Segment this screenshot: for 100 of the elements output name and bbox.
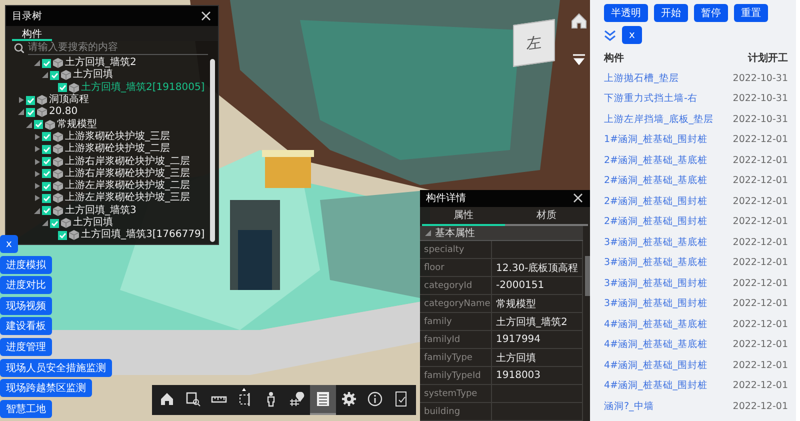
tree-item-label[interactable]: 上游右岸浆砌砼块护坡_三层 <box>65 168 190 180</box>
nav-button[interactable]: 建设看板 <box>0 317 52 336</box>
collapse-arrow-icon[interactable] <box>42 72 48 78</box>
component-link[interactable]: 3#涵洞_桩基础_基底桩 <box>604 252 726 273</box>
component-link[interactable]: 4#涵洞_桩基础_围封桩 <box>604 376 726 396</box>
expand-arrow-icon[interactable] <box>34 134 40 140</box>
panel-tab[interactable]: 构件 <box>12 26 52 41</box>
expand-arrow-icon[interactable] <box>34 158 40 165</box>
tree-item-label[interactable]: 土方回填 <box>73 69 113 82</box>
scrollbar[interactable] <box>210 59 215 242</box>
close-icon[interactable] <box>572 192 584 204</box>
collapse-arrow-icon[interactable] <box>34 208 40 214</box>
tree-item-label[interactable]: 土方回填_墙筑2 <box>65 57 136 70</box>
expand-arrow-icon[interactable] <box>18 97 24 104</box>
collapse-arrow-icon[interactable] <box>42 220 48 226</box>
expand-arrow-icon[interactable] <box>34 183 40 190</box>
component-link[interactable]: 3#涵洞_桩基础_基底桩 <box>604 232 726 252</box>
tree-item-label[interactable]: 常规模型 <box>57 118 97 131</box>
expand-arrow-icon[interactable] <box>34 146 40 152</box>
checkbox[interactable] <box>42 194 51 203</box>
component-link[interactable]: 2#涵洞_桩基础_围封桩 <box>604 191 726 212</box>
component-link[interactable]: 4#涵洞_桩基础_基底桩 <box>604 334 726 355</box>
component-link[interactable]: 3#涵洞_桩基础_围封桩 <box>604 273 726 294</box>
tree-item-label[interactable]: 土方回填 <box>73 217 113 229</box>
tree-item-label[interactable]: 土方回填_墙筑3[1766779] <box>81 229 205 242</box>
checkbox[interactable] <box>42 157 51 166</box>
checkbox[interactable] <box>42 132 51 142</box>
property-name: systemType <box>420 385 492 403</box>
settings-icon <box>341 391 357 407</box>
panel-tab[interactable]: 材质 <box>505 206 588 226</box>
checkbox[interactable] <box>42 182 51 191</box>
checkbox[interactable] <box>26 108 35 117</box>
cube-icon <box>69 230 79 240</box>
date-cell-text: 2022-12-01 <box>732 174 788 188</box>
component-link[interactable]: 2#涵洞_桩基础_围封桩 <box>604 212 726 232</box>
checkbox[interactable] <box>34 120 43 130</box>
component-link[interactable]: 2#涵洞_桩基础_基底桩 <box>604 170 726 191</box>
menu-icon[interactable] <box>572 54 586 65</box>
nav-button[interactable]: 现场视频 <box>0 296 52 315</box>
component-link[interactable]: 2#涵洞_桩基础_基底桩 <box>604 150 726 170</box>
component-link[interactable]: 上游左岸挡墙_底板_垫层 <box>604 109 726 130</box>
nav-button[interactable]: 进度管理 <box>0 338 52 356</box>
component-link[interactable]: 涵洞?_中墙 <box>604 396 726 416</box>
checkbox[interactable] <box>58 230 67 240</box>
checkbox[interactable] <box>50 70 59 80</box>
tree-item-label[interactable]: 土方回填_墙筑2[1918005] <box>81 82 205 94</box>
collapse-arrow-icon[interactable] <box>34 60 40 66</box>
cube-icon <box>53 58 63 68</box>
component-link[interactable]: 下游重力式挡土墙-右 <box>604 88 726 109</box>
cube-icon <box>45 120 55 130</box>
checkbox[interactable] <box>42 58 51 68</box>
nav-button[interactable]: x <box>0 235 18 253</box>
property-value: -2000151 <box>492 277 583 295</box>
tree-item-label[interactable]: 上游浆砌砼块护坡_二层 <box>65 143 170 156</box>
action-button[interactable]: 暂停 <box>694 4 728 22</box>
collapse-arrow-icon[interactable] <box>425 230 431 236</box>
collapse-arrow-icon[interactable] <box>18 109 24 116</box>
component-link[interactable]: 3#涵洞_桩基础_围封桩 <box>604 294 726 314</box>
component-link[interactable]: 4#涵洞_桩基础_围封桩 <box>604 355 726 376</box>
checkbox[interactable] <box>26 96 35 105</box>
cube-icon <box>61 218 71 228</box>
component-link[interactable]: 4#涵洞_桩基础_基底桩 <box>604 314 726 334</box>
double-chevron-icon[interactable] <box>604 30 616 40</box>
close-button[interactable]: x <box>622 26 642 44</box>
scrollbar[interactable] <box>585 256 590 296</box>
close-icon[interactable] <box>200 10 212 22</box>
checkbox[interactable] <box>42 144 51 154</box>
toolbar-button[interactable] <box>310 385 336 415</box>
nav-button[interactable]: 进度对比 <box>0 276 52 294</box>
expand-arrow-icon[interactable] <box>34 170 40 177</box>
cube-icon <box>53 193 63 204</box>
tree-item-label[interactable]: 上游右岸浆砌砼块护坡_二层 <box>65 156 190 168</box>
checkbox[interactable] <box>42 206 51 216</box>
tree-item-label[interactable]: 上游浆砌砼块护坡_三层 <box>65 130 170 143</box>
action-button[interactable]: 重置 <box>734 4 768 22</box>
date-cell-text: 2022-12-01 <box>732 154 788 168</box>
property-name: categoryId <box>420 277 492 295</box>
nav-button[interactable]: 智慧工地 <box>0 400 52 418</box>
tree-item-label[interactable]: 上游左岸浆砌砼块护坡_二层 <box>65 180 190 192</box>
tree-item-label[interactable]: 洞顶高程 <box>49 94 89 106</box>
expand-arrow-icon[interactable] <box>34 195 40 202</box>
nav-button[interactable]: 现场跨越禁区监测 <box>0 379 92 398</box>
checkbox[interactable] <box>42 169 51 178</box>
cube-icon <box>53 132 63 142</box>
nav-button[interactable]: 进度模拟 <box>0 256 52 274</box>
checkbox[interactable] <box>58 83 67 92</box>
nav-button[interactable]: 现场人员安全措施监测 <box>0 358 112 377</box>
tree-item-label[interactable]: 20.80 <box>49 106 78 118</box>
action-button[interactable]: 半透明 <box>604 4 648 22</box>
collapse-arrow-icon[interactable] <box>26 122 32 128</box>
component-link[interactable]: 1#涵洞_桩基础_围封桩 <box>604 130 726 150</box>
search-field[interactable]: 请输入要搜索的内容 <box>28 41 208 55</box>
component-link[interactable]: 上游抛石槽_垫层 <box>604 68 726 88</box>
tree-item-label[interactable]: 土方回填_墙筑3 <box>65 204 136 217</box>
home-icon[interactable] <box>570 12 588 30</box>
tree-item-label[interactable]: 上游左岸浆砌砼块护坡_三层 <box>65 192 190 204</box>
action-button[interactable]: 开始 <box>654 4 688 22</box>
column-header: 计划开工 <box>746 52 788 66</box>
checkbox[interactable] <box>50 218 59 228</box>
property-name: categoryName <box>420 295 492 313</box>
